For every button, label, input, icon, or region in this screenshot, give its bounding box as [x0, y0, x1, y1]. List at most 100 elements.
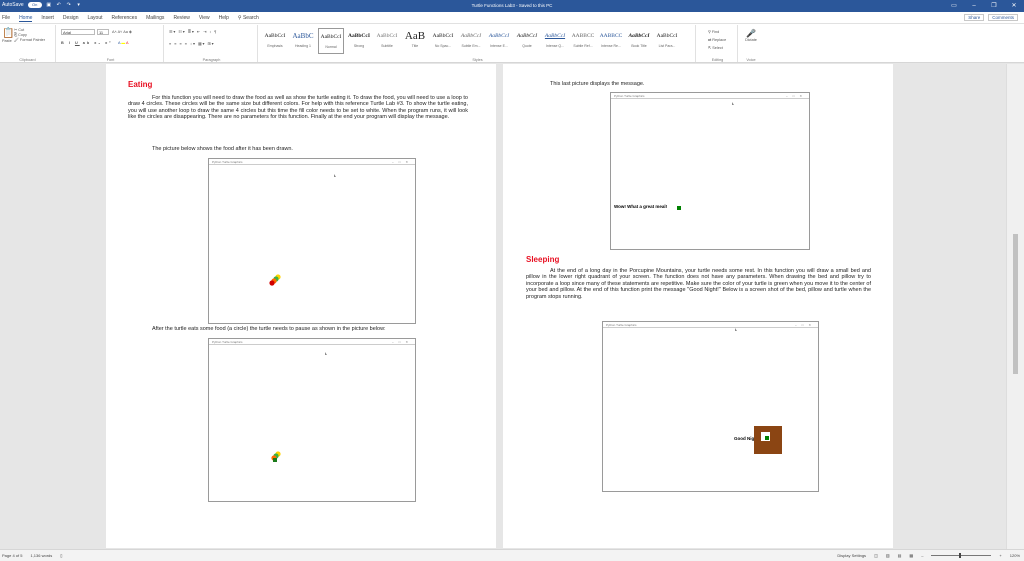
bed-drawing — [735, 328, 782, 454]
style-strong[interactable]: AaBbCcI Strong — [346, 28, 372, 54]
style-no-spacing[interactable]: AaBbCcI No Spac... — [430, 28, 456, 54]
food-drawing — [269, 174, 336, 286]
dictate-button[interactable]: 🎤 Dictate — [741, 29, 761, 42]
turtle-canvas: Wow! What a great meal! — [611, 99, 809, 249]
read-mode-icon[interactable]: ▥ — [886, 553, 890, 558]
style-list-paragraph[interactable]: AaBbCcI List Para... — [654, 28, 680, 54]
tab-file[interactable]: File — [2, 15, 10, 22]
font-label: Font — [106, 58, 115, 62]
replace-button[interactable]: ⇄ Replace — [708, 36, 726, 44]
turtle-window-title: Python Turtle Graphics — [614, 94, 645, 98]
style-title[interactable]: AaB Title — [402, 28, 428, 54]
font-name-select[interactable]: Arial — [61, 29, 95, 35]
style-normal[interactable]: AaBbCcI Normal — [318, 28, 344, 54]
style-intense-reference[interactable]: AABBCC Intense Re... — [598, 28, 624, 54]
ribbon-display-icon[interactable]: ▭ — [944, 0, 964, 12]
tab-view[interactable]: View — [199, 15, 210, 22]
paste-icon: 📋 — [2, 28, 15, 39]
format-painter-button[interactable]: 🖌 Format Painter — [14, 38, 45, 43]
clipboard-label: Clipboard — [19, 58, 36, 62]
select-button[interactable]: ⇱ Select — [708, 44, 726, 52]
font-group: Arial 11 A˄ A˅ Aa ◈ B I U ab x₂ x² A ▬ A… — [58, 25, 164, 62]
turtle-window-sleep: Python Turtle Graphics –□✕ Good Night! — [602, 321, 819, 492]
style-subtitle[interactable]: AaBbCcI Subtitle — [374, 28, 400, 54]
eating-heading: Eating — [128, 80, 153, 89]
food-picture-caption: The picture below shows the food after i… — [152, 146, 293, 152]
tab-home[interactable]: Home — [19, 15, 33, 22]
zoom-level[interactable]: 120% — [1010, 553, 1020, 558]
turtle-window-food: Python Turtle Graphics –□✕ — [208, 158, 416, 324]
tab-layout[interactable]: Layout — [88, 15, 103, 22]
tab-insert[interactable]: Insert — [41, 15, 54, 22]
paste-button[interactable]: 📋 Paste — [2, 28, 14, 43]
share-button[interactable]: Share — [964, 14, 985, 21]
list-buttons[interactable]: ☰▾ ☷▾ ≣▾ ⇤ ⇥ ↕ ¶ — [169, 29, 217, 34]
editing-label: Editing — [711, 58, 724, 62]
title-bar: AutoSave On ▣ ↶ ↷ ▾ Turtle Functions Lab… — [0, 0, 1024, 12]
window-controls[interactable]: –□✕ — [795, 323, 816, 327]
font-format-buttons[interactable]: B I U ab x₂ x² — [61, 41, 112, 45]
sleeping-paragraph: At the end of a long day in the Porcupin… — [526, 268, 871, 300]
restore-button[interactable]: ❐ — [984, 0, 1004, 12]
page-left: Eating For this function you will need t… — [106, 64, 496, 548]
status-bar: Page 4 of 5 1,136 words ▯ Display Settin… — [0, 549, 1024, 561]
zoom-out-button[interactable]: – — [921, 553, 923, 558]
turtle — [765, 436, 769, 440]
ribbon-tabs: File Home Insert Design Layout Reference… — [0, 12, 1024, 24]
turtle-window-title: Python Turtle Graphics — [606, 323, 637, 327]
turtle-window-title: Python Turtle Graphics — [212, 340, 243, 344]
style-quote[interactable]: AaBbCcI Quote — [514, 28, 540, 54]
font-size-select[interactable]: 11 — [97, 29, 109, 35]
minimize-button[interactable]: – — [964, 0, 984, 12]
find-button[interactable]: ⚲ Find — [708, 28, 726, 36]
tab-references[interactable]: References — [112, 15, 138, 22]
turtle-drawing — [677, 102, 734, 210]
turtle-window-message: Python Turtle Graphics –□✕ Wow! What a gr… — [610, 92, 810, 250]
turtle-window-pause: Python Turtle Graphics –□✕ — [208, 338, 416, 502]
window-controls[interactable]: –□✕ — [392, 340, 413, 344]
web-layout-icon[interactable]: ▦ — [909, 553, 913, 558]
zoom-in-button[interactable]: + — [999, 553, 1001, 558]
search-icon: ⚲ — [237, 15, 242, 21]
print-layout-icon[interactable]: ▤ — [898, 553, 902, 558]
vertical-scrollbar[interactable] — [1006, 64, 1024, 549]
tab-review[interactable]: Review — [173, 15, 189, 22]
tab-mailings[interactable]: Mailings — [146, 15, 164, 22]
window-controls[interactable]: –□✕ — [392, 160, 413, 164]
pause-picture-caption: After the turtle eats some food (a circl… — [152, 326, 386, 332]
document-area: Eating For this function you will need t… — [0, 64, 1006, 549]
proofing-icon[interactable]: ▯ — [60, 553, 62, 558]
font-color-buttons[interactable]: A ▬ A — [118, 41, 129, 45]
style-intense-quote[interactable]: AaBbCcI Intense Q... — [542, 28, 568, 54]
find-icon: ⚲ — [708, 30, 711, 34]
ribbon: 📋 Paste ✂ Cut ⎘ Copy 🖌 Format Painter Cli… — [0, 24, 1024, 63]
style-subtle-emphasis[interactable]: AaBbCcI Subtle Em... — [458, 28, 484, 54]
tab-help[interactable]: Help — [219, 15, 229, 22]
paragraph-group: ☰▾ ☷▾ ≣▾ ⇤ ⇥ ↕ ¶ ≡ ≡ ≡ ≡ ↕▾ ▦▾ ⊞▾ Paragr… — [166, 25, 258, 62]
style-intense-emphasis[interactable]: AaBbCcI Intense E... — [486, 28, 512, 54]
styles-group: AaBbCcI Emphasis AaBbC Heading 1 AaBbCcI No… — [260, 25, 696, 62]
align-buttons[interactable]: ≡ ≡ ≡ ≡ ↕▾ ▦▾ ⊞▾ — [169, 41, 215, 46]
comments-button[interactable]: Comments — [988, 14, 1018, 21]
font-size-buttons[interactable]: A˄ A˅ Aa ◈ — [112, 29, 132, 34]
scrollbar-thumb[interactable] — [1013, 234, 1018, 374]
sleeping-heading: Sleeping — [526, 255, 560, 264]
turtle-canvas: Good Night! — [603, 328, 818, 491]
word-count[interactable]: 1,136 words — [30, 553, 52, 558]
zoom-slider[interactable] — [931, 553, 992, 558]
tab-design[interactable]: Design — [63, 15, 79, 22]
close-button[interactable]: ✕ — [1004, 0, 1024, 12]
page-count[interactable]: Page 4 of 5 — [2, 553, 22, 558]
style-heading-1[interactable]: AaBbC Heading 1 — [290, 28, 316, 54]
editing-group: ⚲ Find ⇄ Replace ⇱ Select Editing — [698, 25, 738, 62]
style-subtle-reference[interactable]: AABBCC Subtle Ref... — [570, 28, 596, 54]
window-controls[interactable]: –□✕ — [786, 94, 807, 98]
display-settings[interactable]: Display Settings — [837, 553, 866, 558]
style-emphasis[interactable]: AaBbCcI Emphasis — [262, 28, 288, 54]
search-label: Search — [242, 15, 259, 21]
voice-group: 🎤 Dictate Voice — [740, 25, 762, 62]
style-book-title[interactable]: AaBbCcI Book Title — [626, 28, 652, 54]
search-box[interactable]: ⚲ Search — [238, 15, 259, 22]
focus-icon[interactable]: ◫ — [874, 553, 878, 558]
styles-label: Styles — [472, 58, 483, 62]
